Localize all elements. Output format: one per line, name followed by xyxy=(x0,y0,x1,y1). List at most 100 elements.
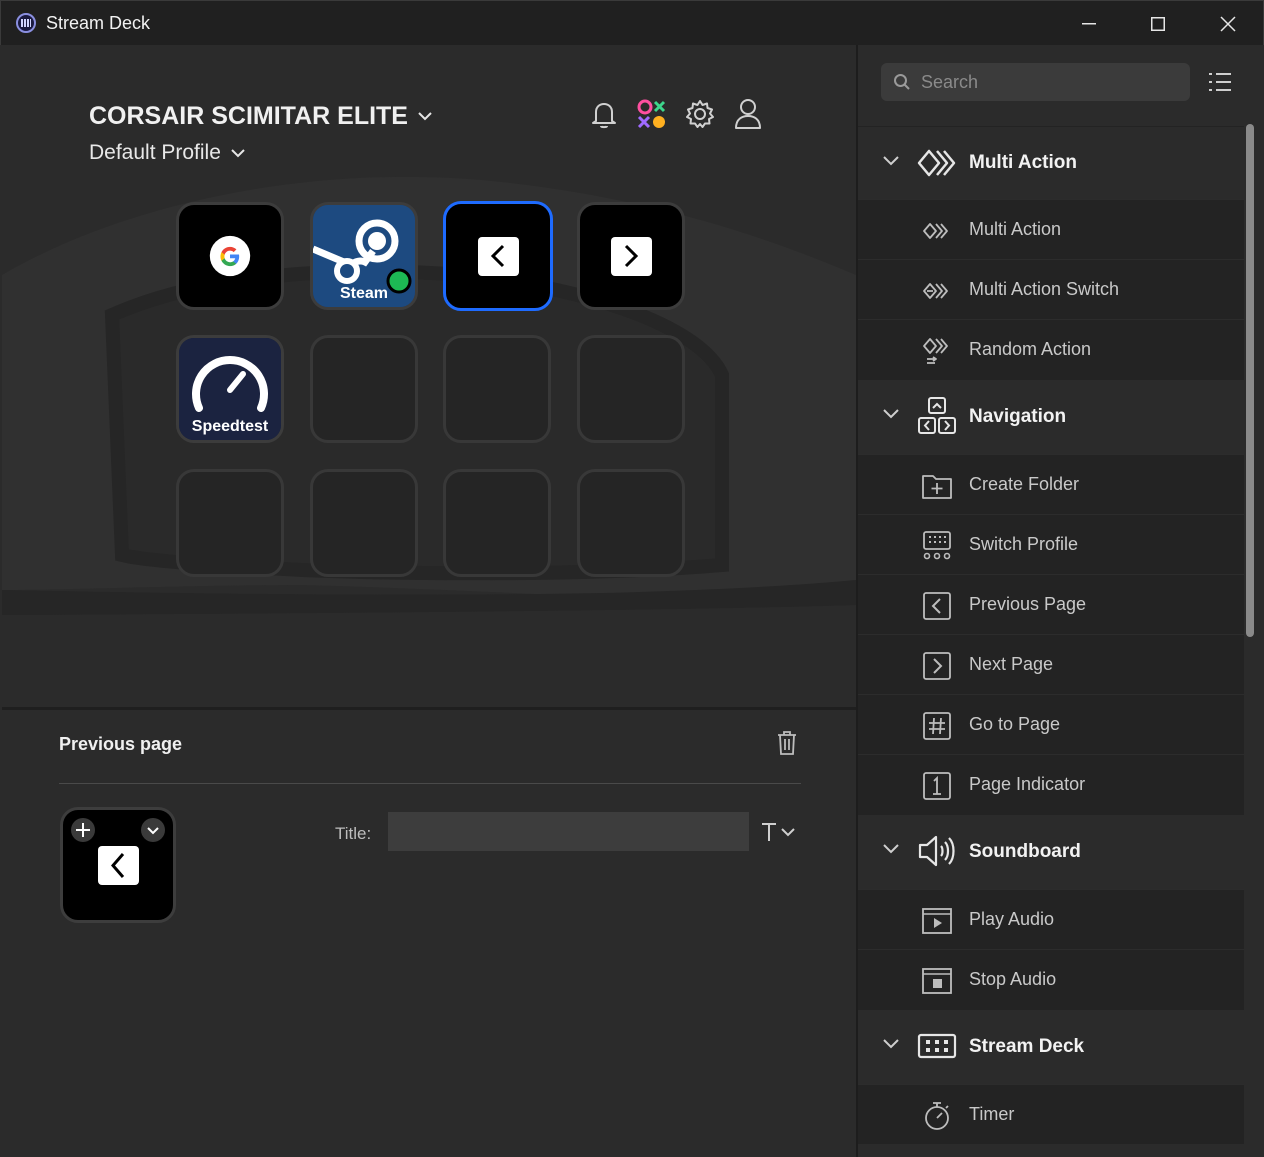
stream-deck-app-icon xyxy=(16,13,36,33)
key-previous-page[interactable] xyxy=(443,201,553,311)
action-timer[interactable]: Timer xyxy=(858,1084,1244,1144)
key-options-button[interactable] xyxy=(141,818,165,842)
multi-action-icon xyxy=(917,149,956,177)
action-label: Switch Profile xyxy=(969,534,1079,554)
action-play-audio[interactable]: Play Audio xyxy=(858,889,1244,949)
list-view-icon[interactable] xyxy=(1208,71,1232,93)
account-button[interactable] xyxy=(732,97,764,131)
action-go-to-page[interactable]: Go to Page xyxy=(858,694,1244,754)
title-input[interactable] xyxy=(388,812,749,851)
action-random-action[interactable]: Random Action xyxy=(858,319,1244,379)
action-label: Go to Page xyxy=(969,714,1061,734)
chevron-down-icon xyxy=(231,148,245,157)
actions-panel: Multi Action Multi Action Multi Action S… xyxy=(858,45,1262,1155)
close-icon xyxy=(1220,15,1236,32)
key-empty[interactable] xyxy=(443,469,551,577)
settings-button[interactable] xyxy=(684,97,716,131)
stop-audio-icon xyxy=(922,968,952,994)
action-switch-profile[interactable]: Switch Profile xyxy=(858,514,1244,574)
key-next-page[interactable] xyxy=(577,202,685,310)
key-empty[interactable] xyxy=(176,469,284,577)
category-label: Multi Action xyxy=(969,152,1077,173)
window-title: Stream Deck xyxy=(46,13,151,33)
device-canvas: CORSAIR SCIMITAR ELITE Default Profile S… xyxy=(2,45,856,707)
chevron-down-icon xyxy=(883,844,899,854)
chevron-down-icon xyxy=(418,112,432,121)
maximize-button[interactable] xyxy=(1123,1,1193,46)
action-previous-page[interactable]: Previous Page xyxy=(858,574,1244,634)
action-label: Multi Action Switch xyxy=(969,279,1120,299)
key-empty[interactable] xyxy=(577,469,685,577)
previous-page-icon xyxy=(923,592,951,620)
action-page-indicator[interactable]: Page Indicator xyxy=(858,754,1244,814)
category-label: Navigation xyxy=(969,406,1067,427)
title-format-button[interactable] xyxy=(760,818,802,846)
action-multi-action-switch[interactable]: Multi Action Switch xyxy=(858,259,1244,319)
maximize-icon xyxy=(1151,16,1165,31)
minimize-icon xyxy=(1082,22,1096,24)
device-selector[interactable]: CORSAIR SCIMITAR ELITE xyxy=(89,102,432,131)
action-stop-audio[interactable]: Stop Audio xyxy=(858,949,1244,1009)
random-action-icon xyxy=(923,338,948,364)
trash-icon[interactable] xyxy=(776,730,798,756)
chevron-down-icon xyxy=(147,827,159,835)
key-preview[interactable] xyxy=(60,807,176,923)
add-state-button[interactable] xyxy=(71,818,95,842)
action-multi-action[interactable]: Multi Action xyxy=(858,199,1244,259)
play-audio-icon xyxy=(922,908,952,934)
key-google[interactable] xyxy=(176,202,284,310)
notifications-button[interactable] xyxy=(588,97,620,131)
search-box[interactable] xyxy=(881,63,1190,101)
previous-page-icon xyxy=(98,846,139,885)
action-label: Page Indicator xyxy=(969,774,1086,794)
key-empty[interactable] xyxy=(310,469,418,577)
device-name: CORSAIR SCIMITAR ELITE xyxy=(89,102,408,130)
plus-icon xyxy=(76,823,90,837)
category-label: Stream Deck xyxy=(969,1036,1085,1057)
property-inspector: Previous page Title: xyxy=(2,710,856,1155)
chevron-down-icon xyxy=(883,409,899,419)
next-page-icon xyxy=(610,236,652,276)
action-label: Previous Page xyxy=(969,594,1087,614)
minimize-button[interactable] xyxy=(1054,1,1124,46)
category-soundboard[interactable]: Soundboard xyxy=(858,814,1244,889)
text-format-icon xyxy=(762,823,776,841)
key-empty[interactable] xyxy=(310,335,418,443)
title-bar: Stream Deck xyxy=(0,0,1264,45)
user-icon xyxy=(735,99,761,129)
multi-action-switch-icon xyxy=(923,283,948,299)
actions-scrollbar[interactable] xyxy=(1246,124,1254,637)
timer-icon xyxy=(925,1102,949,1130)
marketplace-button[interactable] xyxy=(636,97,668,131)
speedtest-key-label: Speedtest xyxy=(191,418,269,435)
action-next-page[interactable]: Next Page xyxy=(858,634,1244,694)
action-create-folder[interactable]: Create Folder xyxy=(858,454,1244,514)
search-input[interactable] xyxy=(921,63,1181,101)
action-label: Create Folder xyxy=(969,474,1080,494)
key-speedtest[interactable]: Speedtest xyxy=(176,335,284,443)
next-page-icon xyxy=(923,652,951,680)
previous-page-icon xyxy=(477,236,519,276)
marketplace-icon xyxy=(637,99,666,129)
chevron-down-icon xyxy=(781,827,795,836)
category-navigation[interactable]: Navigation xyxy=(858,379,1244,454)
divider xyxy=(59,783,801,784)
action-label: Timer xyxy=(969,1104,1015,1124)
action-title: Previous page xyxy=(59,734,183,754)
close-button[interactable] xyxy=(1193,1,1263,46)
key-steam[interactable]: Steam xyxy=(310,202,418,310)
key-empty[interactable] xyxy=(577,335,685,443)
action-label: Play Audio xyxy=(969,909,1055,929)
folder-plus-icon xyxy=(922,475,952,499)
category-multi-action[interactable]: Multi Action xyxy=(858,126,1244,199)
steam-key-label: Steam xyxy=(339,285,389,302)
chevron-down-icon xyxy=(883,1039,899,1049)
profile-selector[interactable]: Default Profile xyxy=(89,141,245,165)
key-empty[interactable] xyxy=(443,335,551,443)
search-icon xyxy=(894,74,910,90)
category-stream-deck[interactable]: Stream Deck xyxy=(858,1009,1244,1084)
multi-action-icon xyxy=(923,223,948,239)
action-label: Random Action xyxy=(969,339,1092,359)
bell-icon xyxy=(592,103,616,129)
speaker-icon xyxy=(918,835,955,867)
